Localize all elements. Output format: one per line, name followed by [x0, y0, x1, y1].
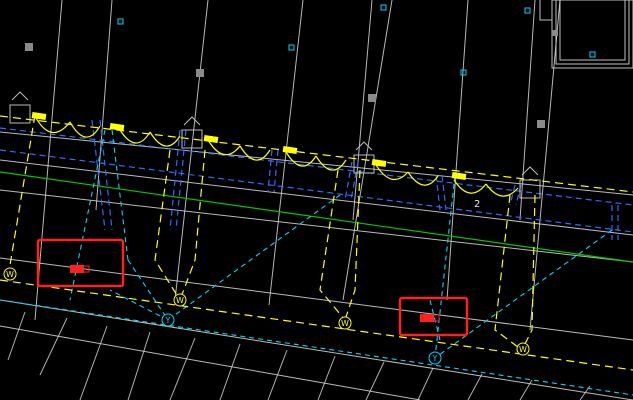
cyan-junction-label: Y	[432, 354, 438, 363]
cad-canvas[interactable]: W W W W Y Y 2	[0, 0, 633, 400]
highlighted-fixture-1	[70, 265, 84, 273]
yellow-marker-label: W	[341, 319, 349, 328]
cyan-junction-label: Y	[165, 316, 171, 325]
highlighted-fixture-2	[420, 314, 434, 322]
yellow-marker-label: W	[519, 345, 527, 354]
yellow-marker-label: W	[176, 296, 184, 305]
drawing-background	[0, 0, 633, 400]
yellow-marker-label: W	[6, 270, 14, 279]
drawing-annotation: 2	[474, 199, 480, 210]
